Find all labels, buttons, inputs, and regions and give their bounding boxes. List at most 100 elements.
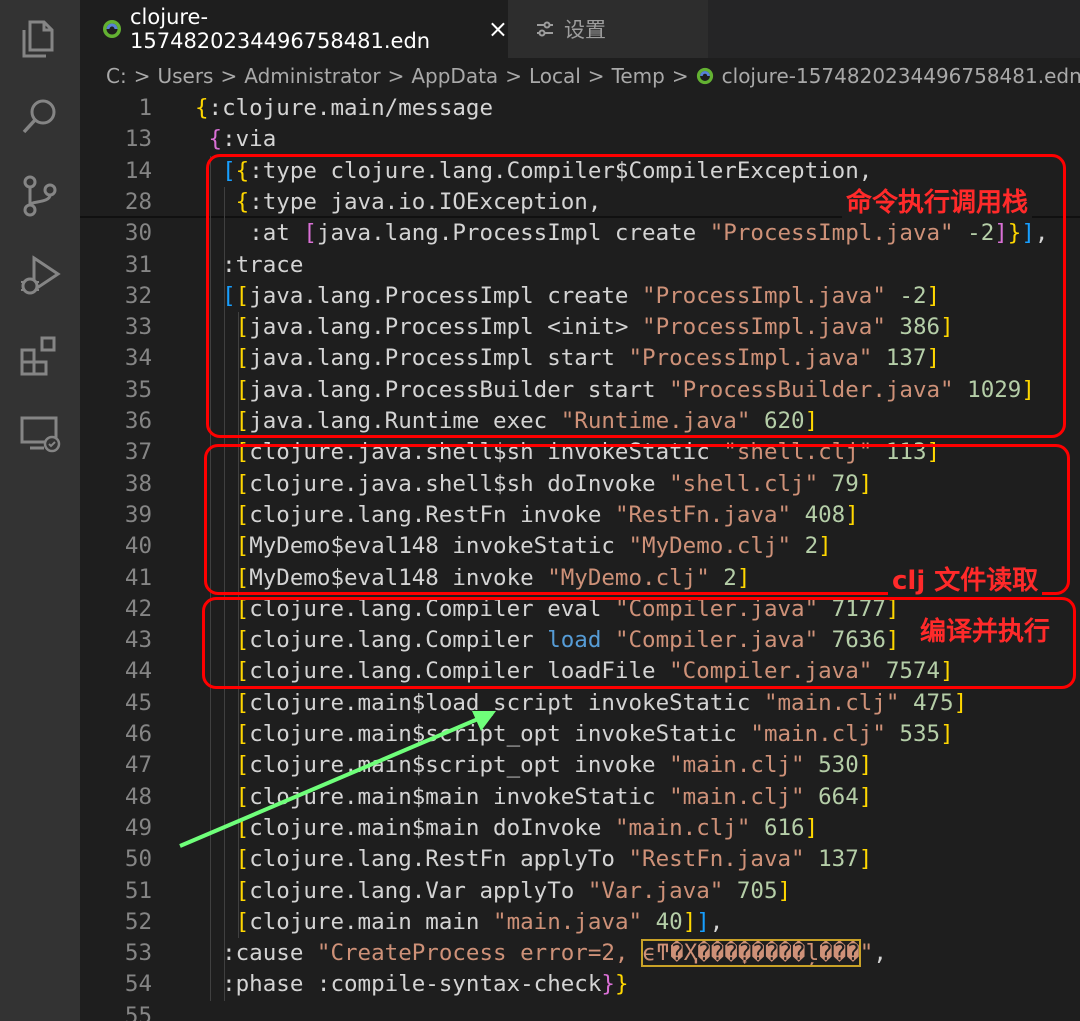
- breadcrumb-item[interactable]: Temp: [612, 64, 665, 88]
- line-number: 47: [124, 752, 152, 779]
- breadcrumb-file[interactable]: clojure-1574820234496758481.edn: [696, 64, 1080, 88]
- code-text: [clojure.main$script_opt invoke "main.cl…: [195, 750, 873, 781]
- annotation-label-call-stack: 命令执行调用栈: [842, 182, 1033, 219]
- code-token: "main.clj": [669, 752, 805, 779]
- settings-sliders-icon: [537, 21, 553, 37]
- line-number: 41: [124, 564, 152, 591]
- breadcrumb-item[interactable]: C:: [106, 64, 127, 88]
- line-number: 53: [124, 940, 152, 967]
- code-token: 475: [899, 689, 954, 716]
- code-token: {: [195, 95, 209, 121]
- code-line[interactable]: 51 [clojure.lang.Var applyTo "Var.java" …: [80, 876, 1080, 907]
- line-number: 51: [124, 877, 152, 904]
- code-text: [clojure.lang.Var applyTo "Var.java" 705…: [195, 876, 791, 907]
- line-number: 55: [124, 1002, 152, 1021]
- code-text: :cause "CreateProcess error=2, ϵͳ�Ҳ���ָ�…: [195, 938, 887, 969]
- code-token: "RestFn.java": [628, 846, 805, 873]
- code-token: ,: [709, 908, 724, 935]
- code-text: {:clojure.main/message: [195, 94, 493, 124]
- code-token: "main.clj": [669, 783, 805, 810]
- code-token: "Var.java": [587, 877, 724, 904]
- code-line[interactable]: 1 {:clojure.main/message: [80, 94, 1080, 124]
- code-text: [clojure.main$main doInvoke "main.clj" 6…: [195, 813, 819, 844]
- tab-bar: clojure-1574820234496758481.edn × 设置: [80, 0, 1080, 58]
- line-number: 38: [124, 470, 152, 497]
- code-token: :via: [222, 126, 277, 153]
- code-text: [clojure.main$script_opt invokeStatic "m…: [195, 719, 954, 750]
- line-number: 40: [124, 533, 152, 560]
- tab-label: clojure-1574820234496758481.edn: [130, 5, 431, 53]
- code-token: ]: [858, 846, 873, 873]
- line-number: 35: [124, 376, 152, 403]
- line-number: 13: [124, 126, 152, 153]
- code-line[interactable]: 46 [clojure.main$script_opt invokeStatic…: [80, 719, 1080, 750]
- line-number: 37: [124, 439, 152, 466]
- code-token: :phase :compile-syntax-check: [222, 971, 602, 998]
- code-token: 40: [642, 908, 683, 935]
- code-token: 137: [804, 846, 859, 873]
- code-token: ]: [804, 814, 819, 841]
- code-token: ]: [858, 752, 873, 779]
- code-token: 705: [723, 877, 778, 904]
- breadcrumb: C: > Users > Administrator > AppData > Local > Tem…: [80, 58, 1080, 94]
- line-number: 33: [124, 314, 152, 341]
- line-number: 31: [124, 251, 152, 278]
- annotation-label-compile-exec: 编译并执行: [916, 611, 1055, 648]
- run-debug-icon[interactable]: [16, 252, 64, 300]
- breadcrumb-item[interactable]: Local: [529, 64, 581, 88]
- code-token: 616: [750, 814, 805, 841]
- code-token: :cause: [222, 940, 317, 967]
- code-line[interactable]: 55: [80, 1001, 1080, 1021]
- code-line[interactable]: 48 [clojure.main$main invokeStatic "main…: [80, 782, 1080, 813]
- code-line[interactable]: 52 [clojure.main main "main.java" 40]],: [80, 907, 1080, 938]
- code-token: 535: [885, 721, 941, 747]
- tab-edn-file[interactable]: clojure-1574820234496758481.edn ×: [80, 0, 508, 58]
- code-token: ]: [953, 689, 968, 716]
- tab-settings[interactable]: 设置: [508, 0, 708, 58]
- code-line[interactable]: 53 :cause "CreateProcess error=2, ϵͳ�Ҳ��…: [80, 938, 1080, 969]
- breadcrumb-item[interactable]: Administrator: [244, 64, 380, 88]
- code-text: [clojure.lang.RestFn applyTo "RestFn.jav…: [195, 844, 873, 875]
- code-token: clojure.main$script_opt invoke: [249, 752, 670, 779]
- code-line[interactable]: 13 {:via: [80, 124, 1080, 155]
- code-line[interactable]: 47 [clojure.main$script_opt invoke "main…: [80, 750, 1080, 781]
- code-token: "main.clj": [750, 721, 886, 747]
- search-icon[interactable]: [16, 92, 64, 140]
- breadcrumb-item[interactable]: Users: [157, 64, 213, 88]
- source-control-icon[interactable]: [16, 172, 64, 220]
- tab-label: 设置: [564, 18, 606, 42]
- code-token: ]: [940, 721, 954, 747]
- line-number: 32: [124, 282, 152, 309]
- line-number: 52: [124, 908, 152, 935]
- remote-explorer-icon[interactable]: [16, 410, 64, 458]
- code-text: :phase :compile-syntax-check}}: [195, 969, 628, 1000]
- line-number: 45: [124, 689, 152, 716]
- code-line[interactable]: 45 [clojure.main$load_script invokeStati…: [80, 688, 1080, 719]
- explorer-icon[interactable]: [16, 14, 64, 62]
- code-token: ]: [777, 877, 792, 904]
- code-token: clojure.main main: [249, 908, 494, 935]
- code-text: [clojure.main$load_script invokeStatic "…: [195, 688, 968, 719]
- line-number: 1: [138, 95, 152, 121]
- line-number: 43: [124, 627, 152, 654]
- line-number: 44: [124, 658, 152, 685]
- line-number: 49: [124, 814, 152, 841]
- code-token: clojure.lang.Var applyTo: [249, 877, 588, 904]
- close-icon[interactable]: ×: [488, 15, 508, 43]
- breadcrumb-item[interactable]: AppData: [411, 64, 498, 88]
- code-token: 664: [804, 783, 859, 810]
- line-number: 34: [124, 345, 152, 372]
- code-line[interactable]: 49 [clojure.main$main doInvoke "main.clj…: [80, 813, 1080, 844]
- code-line[interactable]: 54 :phase :compile-syntax-check}}: [80, 969, 1080, 1000]
- code-text: {:via: [195, 124, 277, 155]
- line-number: 54: [124, 971, 152, 998]
- code-token: :clojure.main/message: [208, 95, 494, 121]
- activity-bar: [0, 0, 80, 1021]
- breadcrumb-separator: >: [220, 64, 238, 88]
- code-token: }: [601, 971, 615, 998]
- extensions-icon[interactable]: [16, 332, 64, 380]
- code-text: [clojure.main main "main.java" 40]],: [195, 907, 724, 938]
- code-token: {: [208, 126, 223, 153]
- breadcrumb-file-label: clojure-1574820234496758481.edn: [721, 64, 1080, 88]
- code-line[interactable]: 50 [clojure.lang.RestFn applyTo "RestFn.…: [80, 844, 1080, 875]
